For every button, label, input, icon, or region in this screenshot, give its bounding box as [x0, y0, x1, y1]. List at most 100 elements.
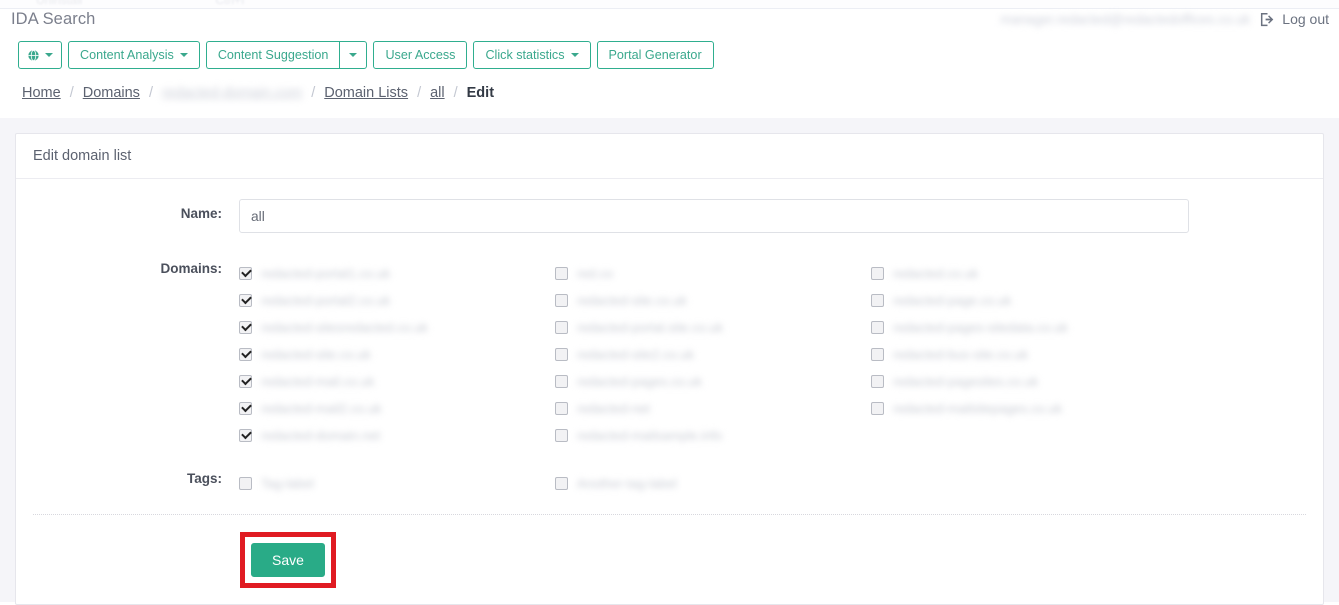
domain-label: redacted-mail.co.uk: [261, 374, 375, 389]
save-button-area: Save: [16, 532, 1323, 588]
domain-label: redacted-pages.co.uk: [577, 374, 703, 389]
checkbox-icon[interactable]: [239, 267, 252, 280]
card-header: Edit domain list: [16, 134, 1323, 179]
browser-menu-item: Uninstall Ctrl+I: [36, 0, 244, 7]
breadcrumb: Home / Domains / redacted-domain.com / D…: [22, 85, 494, 101]
breadcrumb-separator: /: [148, 85, 153, 101]
checkbox-icon[interactable]: [871, 402, 884, 415]
checkbox-icon[interactable]: [239, 294, 252, 307]
domain-checkbox-item[interactable]: redacted-mail.co.uk: [239, 368, 555, 395]
logout-button[interactable]: Log out: [1260, 11, 1329, 27]
domain-label: redacted-pages-sitedata.co.uk: [893, 320, 1068, 335]
nav-click-statistics-label: Click statistics: [485, 48, 565, 62]
domain-checkbox-item[interactable]: redacted-mailsitepages.co.uk: [871, 395, 1187, 422]
checkbox-icon[interactable]: [239, 375, 252, 388]
breadcrumb-item-home[interactable]: Home: [22, 85, 61, 101]
domain-checkbox-item[interactable]: redacted-mail2.co.uk: [239, 395, 555, 422]
chevron-down-icon: [349, 53, 358, 57]
globe-icon: [27, 49, 40, 62]
domain-checkbox-item[interactable]: redacted-site.co.uk: [555, 287, 871, 314]
checkbox-icon[interactable]: [239, 477, 252, 490]
browser-menu-item-accelerator: Ctrl+I: [215, 0, 245, 7]
tag-label: Another-tag-label: [577, 476, 677, 491]
save-button[interactable]: Save: [251, 543, 325, 577]
checkbox-icon[interactable]: [871, 267, 884, 280]
domain-checkbox-item[interactable]: redacted.co.uk: [871, 260, 1187, 287]
checkbox-icon[interactable]: [871, 348, 884, 361]
domain-checkbox-item[interactable]: redacted-portal1.co.uk: [239, 260, 555, 287]
domain-checkbox-item[interactable]: redacted-site2.co.uk: [555, 341, 871, 368]
checkbox-icon[interactable]: [239, 348, 252, 361]
breadcrumb-item-domain[interactable]: redacted-domain.com: [162, 85, 302, 101]
form-row-name: Name:: [16, 199, 1323, 233]
form-divider: [33, 514, 1306, 515]
checkbox-icon[interactable]: [555, 402, 568, 415]
tag-checkbox-item[interactable]: Tag-label: [239, 470, 555, 497]
nav-user-access-button[interactable]: User Access: [373, 41, 468, 69]
domain-checkbox-item[interactable]: redacted-mailsample.info: [555, 422, 871, 449]
domains-column-3: redacted.co.uk redacted-page.co.uk redac…: [871, 260, 1187, 449]
app-header: IDA Search manager.redacted@redactedoffi…: [0, 9, 1339, 41]
domain-label: red.co: [577, 266, 614, 281]
breadcrumb-item-all[interactable]: all: [430, 85, 445, 101]
name-input[interactable]: [239, 199, 1189, 233]
checkbox-icon[interactable]: [555, 348, 568, 361]
checkbox-icon[interactable]: [871, 375, 884, 388]
domain-checkbox-item[interactable]: redacted-page.co.uk: [871, 287, 1187, 314]
breadcrumb-separator: /: [453, 85, 458, 101]
checkbox-icon[interactable]: [555, 375, 568, 388]
chevron-down-icon: [179, 53, 188, 57]
breadcrumb-item-edit: Edit: [466, 85, 495, 101]
domain-label: redacted-page.co.uk: [893, 293, 1012, 308]
domain-checkbox-item[interactable]: redacted-pagesites.co.uk: [871, 368, 1187, 395]
language-selector-button[interactable]: [18, 41, 62, 69]
domain-label: redacted-site2.co.uk: [577, 347, 695, 362]
name-field-wrap: [239, 199, 1323, 233]
checkbox-icon[interactable]: [871, 321, 884, 334]
breadcrumb-item-domain-lists[interactable]: Domain Lists: [324, 85, 408, 101]
nav-content-analysis-button[interactable]: Content Analysis: [68, 41, 200, 69]
domain-label: redacted-net: [577, 401, 650, 416]
domain-checkbox-item[interactable]: redacted-portal.site.co.uk: [555, 314, 871, 341]
checkbox-icon[interactable]: [555, 477, 568, 490]
breadcrumb-separator: /: [417, 85, 422, 101]
card-body: Name: Domains: redacted-portal1.co.uk: [16, 179, 1323, 588]
checkbox-icon[interactable]: [555, 267, 568, 280]
nav-content-suggestion-dropdown-toggle[interactable]: [339, 41, 368, 69]
checkbox-icon[interactable]: [555, 429, 568, 442]
tag-checkbox-item[interactable]: Another-tag-label: [555, 470, 871, 497]
domain-checkbox-item[interactable]: redacted-portal2.co.uk: [239, 287, 555, 314]
domains-label: Domains:: [160, 261, 222, 276]
domain-checkbox-item[interactable]: red.co: [555, 260, 871, 287]
nav-portal-generator-label: Portal Generator: [608, 48, 702, 62]
nav-portal-generator-button[interactable]: Portal Generator: [596, 41, 714, 69]
checkbox-icon[interactable]: [871, 294, 884, 307]
domain-checkbox-item[interactable]: redacted-bus-site.co.uk: [871, 341, 1187, 368]
checkbox-icon[interactable]: [555, 294, 568, 307]
domain-label: redacted-mailsitepages.co.uk: [893, 401, 1063, 416]
domain-label: redacted-site.co.uk: [577, 293, 687, 308]
domain-checkbox-item[interactable]: redacted-pages-sitedata.co.uk: [871, 314, 1187, 341]
chevron-down-icon: [570, 53, 579, 57]
domain-label: redacted-portal.site.co.uk: [577, 320, 723, 335]
domain-label: redacted-portal1.co.uk: [261, 266, 391, 281]
domain-checkbox-item[interactable]: redacted-net: [555, 395, 871, 422]
main-nav-toolbar: Content Analysis Content Suggestion User…: [18, 41, 714, 69]
domain-checkbox-item[interactable]: redacted-sitesredacted.co.uk: [239, 314, 555, 341]
domain-checkbox-item[interactable]: redacted-site.co.uk: [239, 341, 555, 368]
browser-menu-sliver: Uninstall Ctrl+I: [0, 0, 1339, 9]
domain-checkbox-item[interactable]: redacted-domain.net: [239, 422, 555, 449]
checkbox-icon[interactable]: [239, 429, 252, 442]
nav-content-suggestion-button[interactable]: Content Suggestion: [205, 41, 340, 69]
page-title: Edit domain list: [33, 148, 132, 164]
nav-click-statistics-button[interactable]: Click statistics: [473, 41, 591, 69]
save-button-highlight-box: Save: [240, 532, 336, 588]
user-email: manager.redacted@redactedoffices.co.uk: [1000, 11, 1251, 27]
checkbox-icon[interactable]: [239, 321, 252, 334]
breadcrumb-item-domains[interactable]: Domains: [83, 85, 140, 101]
checkbox-icon[interactable]: [555, 321, 568, 334]
domain-label: redacted-site.co.uk: [261, 347, 371, 362]
nav-content-suggestion-group: Content Suggestion: [205, 41, 368, 69]
domain-checkbox-item[interactable]: redacted-pages.co.uk: [555, 368, 871, 395]
checkbox-icon[interactable]: [239, 402, 252, 415]
